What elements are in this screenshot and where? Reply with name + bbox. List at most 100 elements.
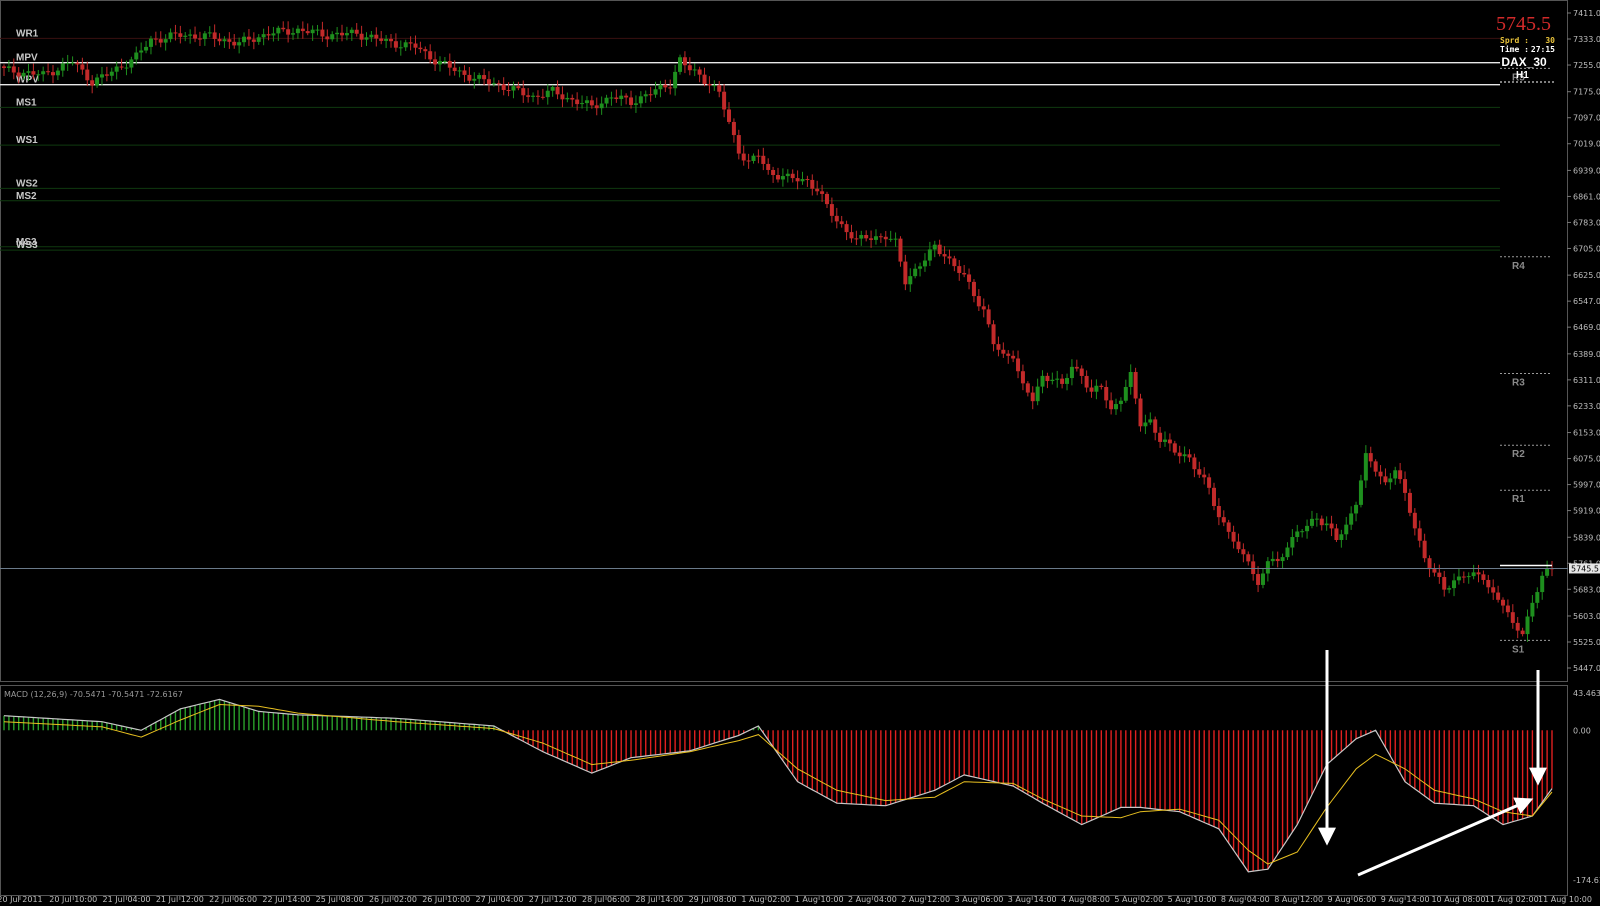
candle-body [1006, 353, 1011, 356]
candle-body [384, 38, 389, 41]
candle-body [359, 33, 364, 40]
time-tick-label: 26 Jul 02:00 [369, 895, 417, 904]
candle-body [771, 169, 776, 176]
time-tick-label: 1 Aug 02:00 [741, 895, 790, 904]
candle-body [1040, 375, 1045, 387]
candle-body [643, 94, 648, 97]
candle-body [550, 86, 555, 91]
candle-body [281, 27, 286, 30]
candle-body [60, 63, 65, 71]
candle-body [403, 42, 408, 48]
candle-body [183, 35, 188, 37]
candle-body [1447, 588, 1452, 590]
level-label-ws2: WS2 [16, 178, 38, 189]
candle-body [217, 38, 222, 42]
candle-body [472, 78, 477, 81]
candle-body [898, 238, 903, 262]
candle-body [222, 39, 227, 42]
candle-body [1104, 386, 1109, 401]
current-price-tag-text: 5745.5 [1571, 564, 1599, 573]
candle-body [1422, 540, 1427, 559]
price-tick-label: 7411.0 [1573, 9, 1600, 18]
candle-body [104, 74, 109, 76]
candle-body [261, 34, 266, 38]
candle-body [1491, 587, 1496, 593]
candle-body [271, 33, 276, 36]
candle-body [717, 85, 722, 92]
candle-body [1309, 518, 1314, 526]
price-tick-label: 6783.0 [1573, 218, 1600, 227]
candle-body [193, 34, 198, 39]
candle-body [1285, 547, 1290, 558]
candle-body [1329, 523, 1334, 529]
candle-body [119, 66, 124, 68]
candle-body [1118, 400, 1123, 405]
candle-body [1177, 452, 1182, 457]
candle-body [1354, 504, 1359, 514]
candle-body [663, 84, 668, 88]
candle-body [374, 34, 379, 39]
candle-body [629, 97, 634, 105]
price-tick-label: 6705.0 [1573, 244, 1600, 253]
candle-body [1158, 432, 1163, 442]
time-label: Time : [1500, 44, 1529, 54]
candle-body [962, 272, 967, 275]
candle-body [1295, 531, 1300, 538]
candle-body [134, 52, 139, 60]
candle-body [834, 215, 839, 222]
candle-body [158, 39, 163, 43]
candle-body [658, 84, 663, 90]
candle-body [942, 254, 947, 257]
candle-body [947, 256, 952, 259]
candle-body [1030, 392, 1035, 402]
candle-body [1540, 575, 1545, 593]
candle-body [1114, 404, 1119, 410]
candle-body [1094, 385, 1099, 392]
candle-body [575, 99, 580, 105]
candle-body [957, 266, 962, 273]
candle-body [1520, 630, 1525, 635]
time-tick-label: 1 Aug 10:00 [795, 895, 844, 904]
candle-body [839, 221, 844, 225]
price-tick-label: 6153.0 [1573, 429, 1600, 438]
candle-body [1452, 580, 1457, 589]
time-tick-label: 21 Jul 12:00 [156, 895, 204, 904]
candle-body [829, 204, 834, 216]
candle-body [991, 324, 996, 345]
candle-body [565, 97, 570, 100]
candle-body [619, 95, 624, 100]
candle-body [389, 38, 393, 42]
candle-body [408, 42, 413, 44]
candle-body [310, 29, 315, 34]
macd-tick-label: 0.00 [1573, 726, 1591, 735]
candle-body [1211, 487, 1216, 507]
candle-body [746, 160, 751, 162]
candle-body [1182, 454, 1187, 457]
candle-body [1501, 599, 1506, 606]
candle-body [1275, 558, 1280, 562]
candle-body [516, 86, 521, 89]
price-tick-label: 6939.0 [1573, 166, 1600, 175]
candle-body [1280, 557, 1285, 562]
candle-body [55, 70, 60, 76]
candle-body [295, 28, 300, 34]
chart-canvas[interactable]: WR1MPVWPVMS1WS1WS2MS2MS3WS3R5R4R3R2R1S1 … [0, 0, 1600, 906]
time-tick-label: 26 Jul 10:00 [422, 895, 470, 904]
time-tick-label: 5 Aug 10:00 [1168, 895, 1217, 904]
price-tick-label: 7333.0 [1573, 35, 1600, 44]
candle-body [908, 276, 913, 285]
candle-body [736, 135, 741, 154]
time-tick-label: 27 Jul 04:00 [475, 895, 523, 904]
level-label-ms1: MS1 [16, 97, 37, 108]
candle-body [75, 62, 80, 65]
price-tick-label: 6075.0 [1573, 455, 1600, 464]
candle-body [687, 65, 692, 71]
candle-body [540, 96, 545, 98]
candle-body [325, 36, 330, 40]
candle-body [26, 71, 31, 73]
candle-body [609, 97, 614, 99]
candle-body [173, 32, 178, 34]
candle-body [232, 41, 237, 46]
candle-body [1505, 605, 1510, 613]
candle-body [330, 34, 335, 40]
